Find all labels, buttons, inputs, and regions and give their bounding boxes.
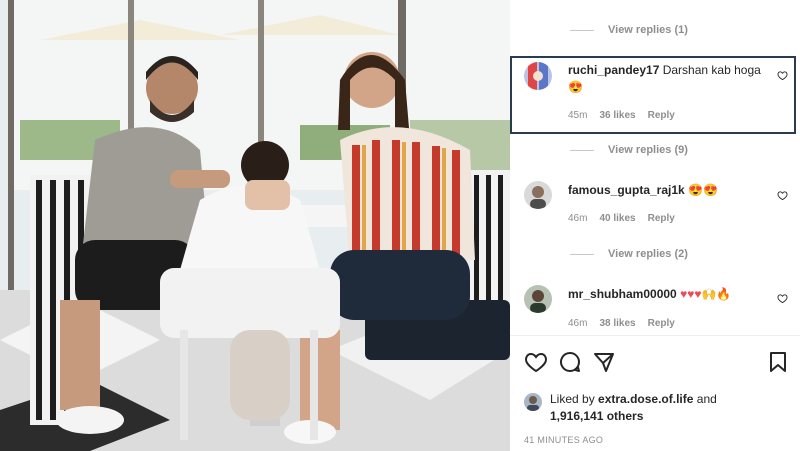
heart-icon[interactable] xyxy=(524,350,548,374)
view-replies-label: View replies (1) xyxy=(608,24,688,36)
liked-by-avatar-image xyxy=(524,393,542,411)
comment-item: famous_gupta_raj1k 😍😍 46m 40 likes Reply xyxy=(510,177,800,233)
post-timestamp: 41 MINUTES AGO xyxy=(524,435,604,445)
view-replies-dash xyxy=(570,253,594,255)
comment-likes[interactable]: 36 likes xyxy=(599,110,635,121)
liked-by-user[interactable]: extra.dose.of.life xyxy=(598,392,693,406)
comment-likes[interactable]: 40 likes xyxy=(599,213,635,224)
comment-username[interactable]: mr_shubham00000 xyxy=(568,287,677,301)
post-photo-illustration xyxy=(0,0,510,451)
reply-button[interactable]: Reply xyxy=(648,318,675,329)
view-replies-dash xyxy=(570,29,594,31)
comment-item: mr_shubham00000 ♥♥♥🙌🔥 46m 38 likes Reply xyxy=(510,281,800,335)
comments-panel: View replies (1) ruchi_pandey17 Darshan … xyxy=(510,0,800,451)
comment-body: ♥♥♥🙌🔥 xyxy=(680,287,732,301)
view-replies-link[interactable]: View replies (9) xyxy=(570,141,688,159)
avatar[interactable] xyxy=(524,285,552,313)
view-replies-dash xyxy=(570,149,594,151)
bookmark-icon[interactable] xyxy=(766,350,790,374)
reply-button[interactable]: Reply xyxy=(648,110,675,121)
comment-username[interactable]: ruchi_pandey17 xyxy=(568,63,659,77)
comment-likes[interactable]: 38 likes xyxy=(599,318,635,329)
comment-username[interactable]: famous_gupta_raj1k xyxy=(568,183,685,197)
avatar[interactable] xyxy=(524,181,552,209)
comment-text: ruchi_pandey17 Darshan kab hoga 😍 xyxy=(568,62,770,96)
comment-item: ruchi_pandey17 Darshan kab hoga 😍 45m 36… xyxy=(510,58,800,134)
comment-time: 46m xyxy=(568,213,588,224)
liked-by-avatar[interactable] xyxy=(524,393,542,411)
avatar[interactable] xyxy=(524,62,552,90)
likes-count[interactable]: 1,916,141 others xyxy=(550,409,643,423)
comment-meta: 46m 40 likes Reply xyxy=(568,213,675,224)
action-bar xyxy=(510,340,800,386)
reply-button[interactable]: Reply xyxy=(648,213,675,224)
view-replies-link[interactable]: View replies (1) xyxy=(570,21,688,39)
comment-icon[interactable] xyxy=(558,350,582,374)
instagram-post-view: View replies (1) ruchi_pandey17 Darshan … xyxy=(0,0,800,451)
like-comment-heart-icon[interactable] xyxy=(777,70,788,81)
comment-meta: 46m 38 likes Reply xyxy=(568,318,675,329)
avatar-image xyxy=(524,285,552,313)
comment-body: 😍😍 xyxy=(688,183,718,197)
share-icon[interactable] xyxy=(592,350,616,374)
comment-text: mr_shubham00000 ♥♥♥🙌🔥 xyxy=(568,286,770,303)
view-replies-label: View replies (2) xyxy=(608,248,688,260)
comment-time: 45m xyxy=(568,110,588,121)
like-comment-heart-icon[interactable] xyxy=(777,190,788,201)
comment-body: Darshan kab hoga xyxy=(662,63,761,77)
view-replies-link[interactable]: View replies (2) xyxy=(570,245,688,263)
comment-emoji: 😍 xyxy=(568,80,583,94)
actions-divider xyxy=(510,335,800,336)
like-comment-heart-icon[interactable] xyxy=(777,293,788,304)
comment-meta: 45m 36 likes Reply xyxy=(568,110,675,121)
likes-text: Liked by extra.dose.of.life and 1,916,14… xyxy=(550,391,790,425)
view-replies-label: View replies (9) xyxy=(608,144,688,156)
comment-text: famous_gupta_raj1k 😍😍 xyxy=(568,182,770,199)
comment-time: 46m xyxy=(568,318,588,329)
avatar-image xyxy=(524,181,552,209)
post-photo[interactable] xyxy=(0,0,510,451)
liked-by-prefix: Liked by xyxy=(550,392,595,406)
avatar-image xyxy=(524,62,552,90)
liked-by-connector: and xyxy=(696,392,717,406)
